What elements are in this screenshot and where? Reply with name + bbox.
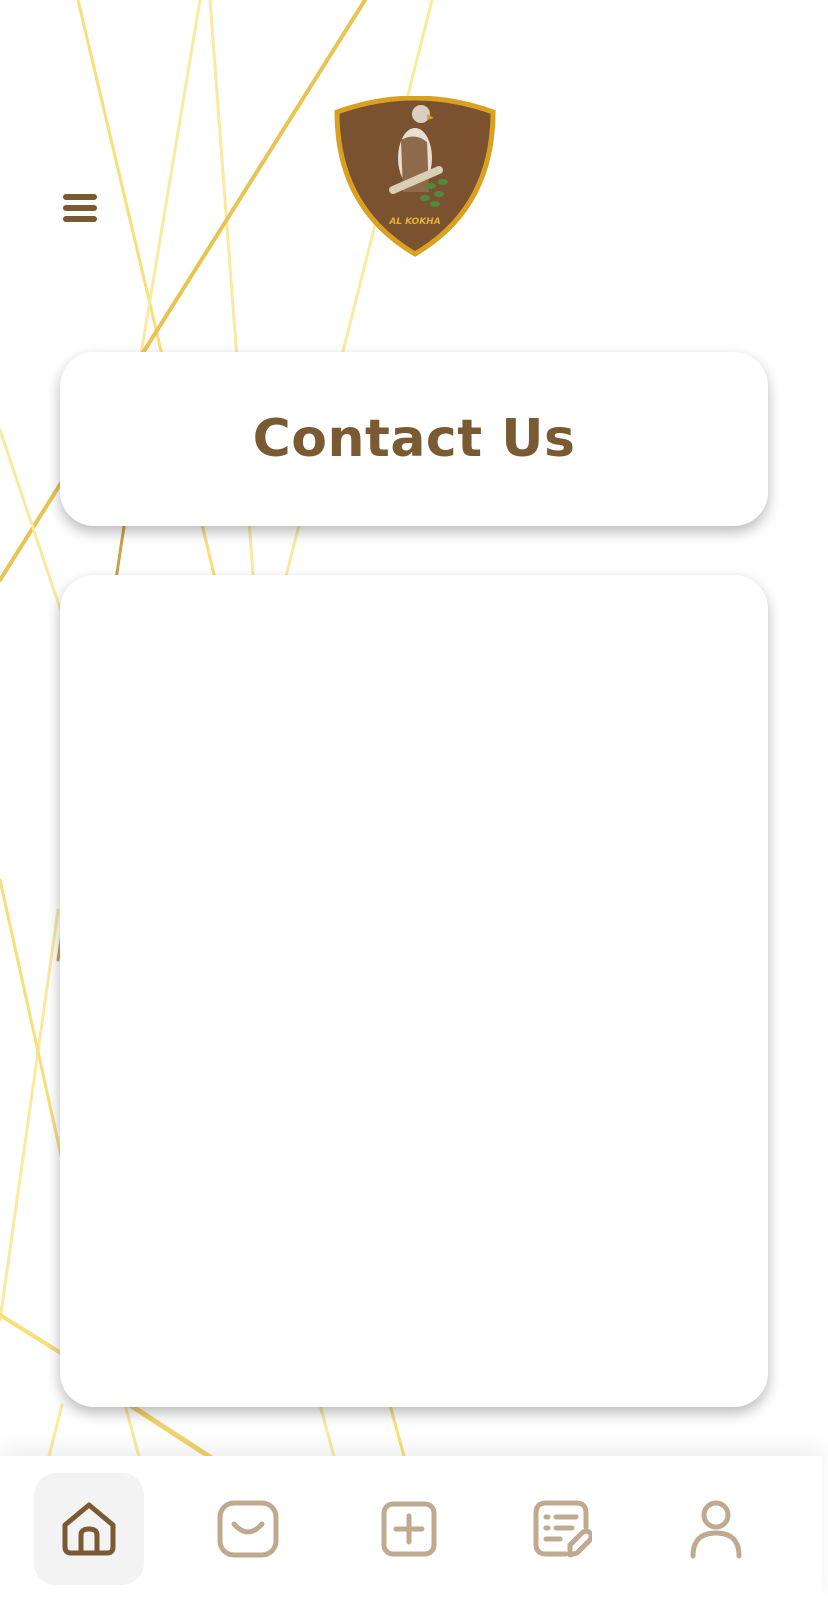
add-icon <box>381 1501 437 1557</box>
hamburger-menu-icon <box>63 194 97 222</box>
contact-content-card <box>60 575 768 1407</box>
nav-item-add[interactable] <box>354 1473 464 1585</box>
page-title: Contact Us <box>252 409 576 469</box>
profile-icon <box>690 1500 742 1559</box>
bottom-nav <box>0 1456 822 1602</box>
nav-item-profile[interactable] <box>661 1473 771 1585</box>
title-card: Contact Us <box>60 352 768 526</box>
nav-item-inbox[interactable] <box>193 1473 303 1585</box>
inbox-icon <box>217 1500 279 1558</box>
nav-item-edit-list[interactable] <box>507 1473 617 1585</box>
nav-item-home[interactable] <box>34 1473 144 1585</box>
logo: AL KOKHA <box>334 96 496 257</box>
logo-text: AL KOKHA <box>388 217 440 227</box>
home-icon <box>62 1502 116 1556</box>
edit-list-icon <box>533 1500 592 1558</box>
menu-button[interactable] <box>58 186 102 230</box>
